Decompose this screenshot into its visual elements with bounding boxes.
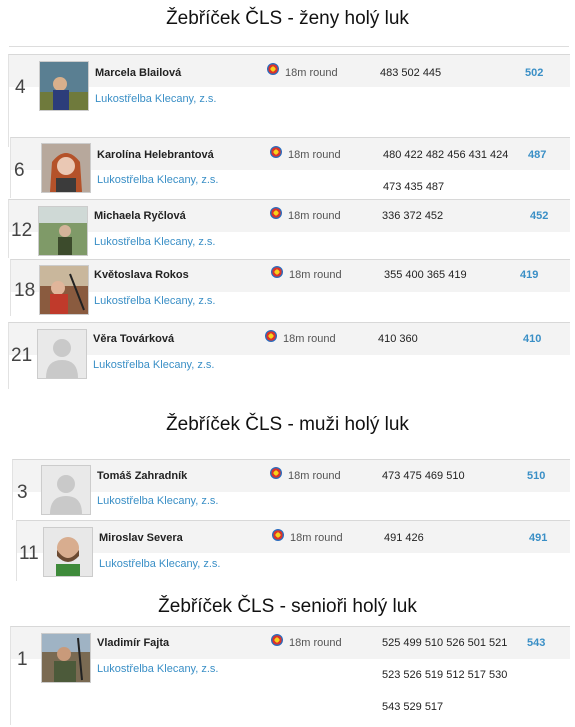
scores: 543 529 517 [382,701,444,713]
scores: 480 422 482 456 431 424 [383,149,509,161]
archer-name[interactable]: Věra Továrková [93,333,174,345]
scores: 523 526 519 512 517 530 [382,669,508,681]
rank: 21 [11,345,33,366]
archer-name[interactable]: Tomáš Zahradník [97,470,187,482]
avatar[interactable] [43,527,93,577]
archer-name[interactable]: Vladimír Fajta [97,637,169,649]
club-link[interactable]: Lukostřelba Klecany, z.s. [99,558,220,570]
rank: 12 [11,220,33,241]
total-score[interactable]: 502 [525,67,543,79]
club-link[interactable]: Lukostřelba Klecany, z.s. [97,174,218,186]
round-label: 18m round [285,67,338,79]
scores: 355 400 365 419 [384,269,467,281]
total-score[interactable]: 487 [528,149,546,161]
rank: 1 [17,649,28,670]
total-score[interactable]: 452 [530,210,548,222]
list-item: 11 Miroslav Severa Lukostřelba Klecany, … [16,520,570,581]
list-item: 3 Tomáš Zahradník Lukostřelba Klecany, z… [12,459,570,520]
rank: 4 [15,77,26,98]
target-icon [271,634,283,646]
target-icon [270,146,282,158]
rank: 3 [17,482,28,503]
scores: 491 426 [384,532,424,544]
target-icon [265,330,277,342]
club-link[interactable]: Lukostřelba Klecany, z.s. [94,295,215,307]
club-link[interactable]: Lukostřelba Klecany, z.s. [97,663,218,675]
total-score[interactable]: 491 [529,532,547,544]
avatar[interactable] [41,633,91,683]
target-icon [267,63,279,75]
round-label: 18m round [289,269,342,281]
section-divider [9,46,569,47]
list-item: 4 Marcela Blailová Lukostřelba Klecany, … [8,54,570,147]
club-link[interactable]: Lukostřelba Klecany, z.s. [97,495,218,507]
rank: 11 [19,543,39,564]
target-icon [270,207,282,219]
round-label: 18m round [288,149,341,161]
scores: 336 372 452 [382,210,444,222]
scores: 410 360 [378,333,418,345]
round-label: 18m round [283,333,336,345]
club-link[interactable]: Lukostřelba Klecany, z.s. [95,93,216,105]
target-icon [272,529,284,541]
total-score[interactable]: 410 [523,333,541,345]
round-label: 18m round [289,637,342,649]
club-link[interactable]: Lukostřelba Klecany, z.s. [93,359,214,371]
scores: 525 499 510 526 501 521 [382,637,508,649]
section-title-women: Žebříček ČLS - ženy holý luk [166,8,409,29]
total-score[interactable]: 510 [527,470,545,482]
rank: 18 [14,280,36,301]
club-link[interactable]: Lukostřelba Klecany, z.s. [94,236,215,248]
scores: 483 502 445 [380,67,442,79]
rank: 6 [14,160,25,181]
archer-name[interactable]: Michaela Ryčlová [94,210,186,222]
scores: 473 435 487 [383,181,445,193]
round-label: 18m round [288,470,341,482]
target-icon [271,266,283,278]
round-label: 18m round [290,532,343,544]
list-item: 6 Karolína Helebrantová Lukostřelba Klec… [10,137,570,198]
avatar[interactable] [41,143,91,193]
avatar[interactable] [38,206,88,256]
archer-name[interactable]: Karolína Helebrantová [97,149,214,161]
archer-name[interactable]: Miroslav Severa [99,532,183,544]
target-icon [270,467,282,479]
section-title-men: Žebříček ČLS - muži holý luk [166,414,409,435]
archer-name[interactable]: Marcela Blailová [95,67,181,79]
round-label: 18m round [288,210,341,222]
avatar[interactable] [39,61,89,111]
total-score[interactable]: 543 [527,637,545,649]
scores: 473 475 469 510 [382,470,465,482]
user-placeholder-icon[interactable] [37,329,87,379]
list-item: 12 Michaela Ryčlová Lukostřelba Klecany,… [8,199,570,258]
list-item: 21 Věra Továrková Lukostřelba Klecany, z… [8,322,570,389]
section-title-seniors: Žebříček ČLS - senioři holý luk [158,596,417,617]
avatar[interactable] [39,265,89,315]
list-item: 1 Vladimír Fajta Lukostřelba Klecany, z.… [10,626,570,725]
total-score[interactable]: 419 [520,269,538,281]
archer-name[interactable]: Květoslava Rokos [94,269,189,281]
list-item: 18 Květoslava Rokos Lukostřelba Klecany,… [10,259,570,316]
user-placeholder-icon[interactable] [41,465,91,515]
